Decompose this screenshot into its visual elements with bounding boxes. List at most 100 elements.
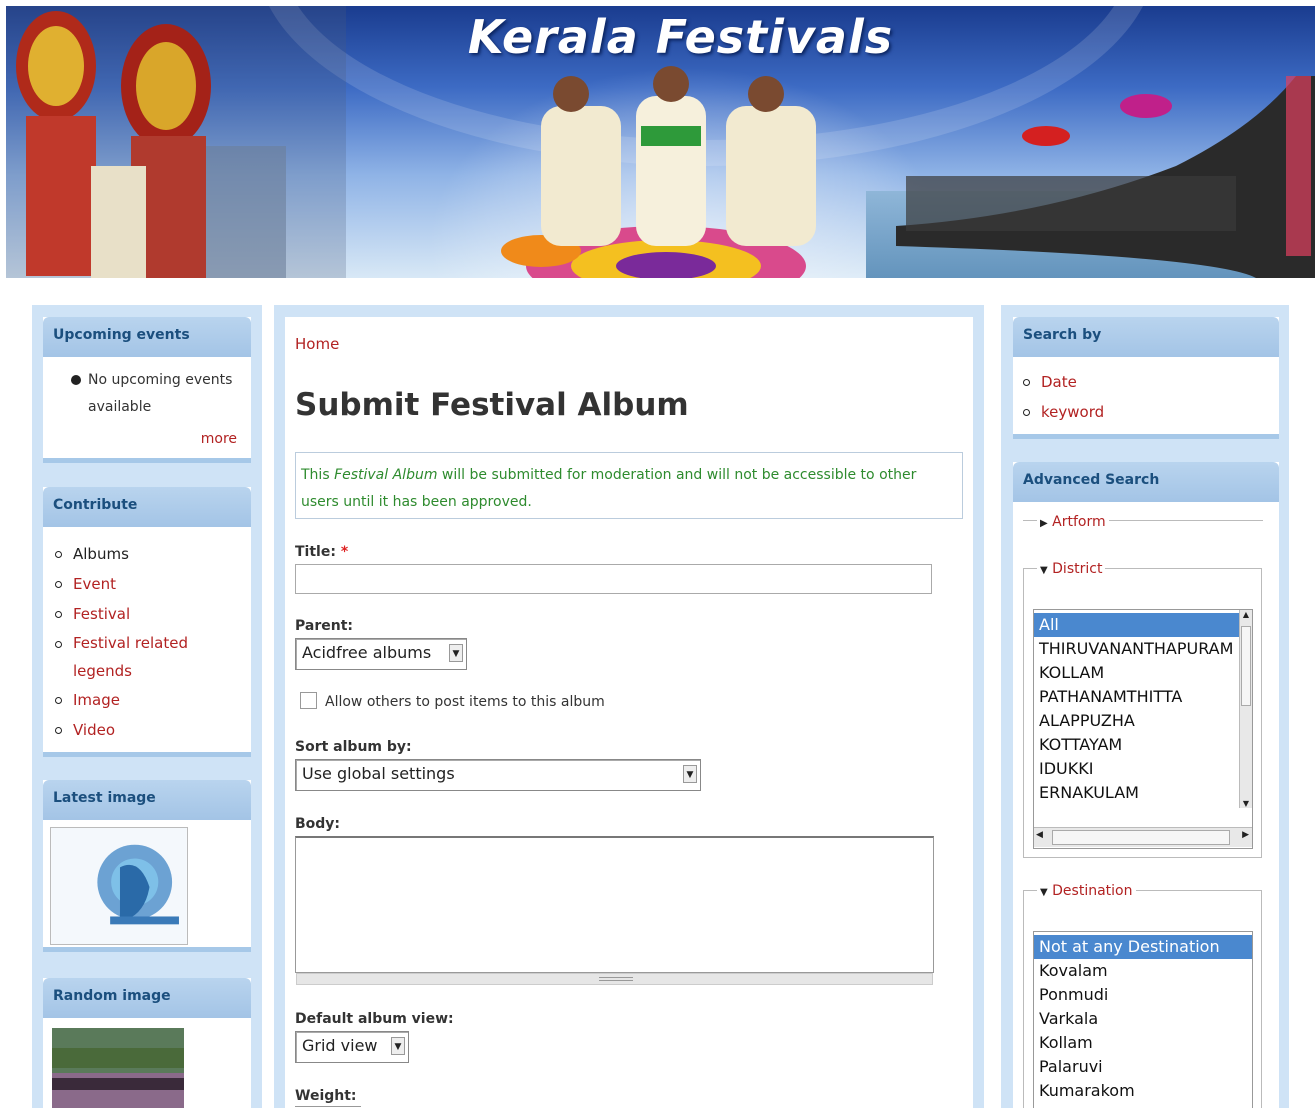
- main-content: Home Submit Festival Album This Festival…: [285, 317, 973, 1108]
- latest-image-title: Latest image: [43, 780, 251, 820]
- contribute-item-image[interactable]: Image: [43, 685, 251, 715]
- allow-others-checkbox[interactable]: [300, 692, 317, 709]
- district-legend[interactable]: ▼ District: [1037, 561, 1106, 577]
- random-image-title: Random image: [43, 978, 251, 1018]
- weight-label: Weight:: [295, 1088, 357, 1104]
- textarea-grippie[interactable]: [296, 973, 933, 985]
- caret-right-icon: ▶: [1040, 518, 1048, 529]
- destination-listbox[interactable]: Not at any Destination Kovalam Ponmudi V…: [1033, 931, 1253, 1108]
- advanced-search-title: Advanced Search: [1013, 462, 1279, 502]
- caret-down-icon: ▼: [1040, 887, 1048, 898]
- default-view-label: Default album view:: [295, 1011, 454, 1027]
- contribute-link-festival[interactable]: Festival: [73, 605, 130, 623]
- destination-option[interactable]: Kovalam: [1034, 959, 1252, 983]
- body-label: Body:: [295, 816, 341, 832]
- breadcrumb-home[interactable]: Home: [295, 335, 339, 353]
- scroll-thumb[interactable]: [1241, 626, 1251, 706]
- contribute-item-event[interactable]: Event: [43, 569, 251, 599]
- district-option[interactable]: ALAPPUZHA: [1034, 709, 1239, 733]
- no-events-text: No upcoming events available: [88, 372, 233, 415]
- scroll-left-icon[interactable]: ◀: [1036, 830, 1043, 840]
- required-marker: *: [340, 544, 349, 560]
- district-option[interactable]: KOLLAM: [1034, 661, 1239, 685]
- contribute-item-albums[interactable]: Albums: [43, 539, 251, 569]
- district-option[interactable]: IDUKKI: [1034, 757, 1239, 781]
- chevron-down-icon: ▼: [391, 1037, 405, 1055]
- contribute-link-image[interactable]: Image: [73, 691, 120, 709]
- caret-down-icon: ▼: [1040, 565, 1048, 576]
- scroll-down-icon[interactable]: ▼: [1240, 799, 1252, 808]
- latest-image-thumbnail[interactable]: [50, 827, 188, 945]
- contribute-link-video[interactable]: Video: [73, 721, 115, 739]
- scroll-right-icon[interactable]: ▶: [1242, 830, 1249, 840]
- title-label-text: Title:: [295, 544, 336, 560]
- parent-select[interactable]: Acidfree albums ▼: [295, 638, 467, 670]
- district-option[interactable]: ERNAKULAM: [1034, 781, 1239, 805]
- search-by-keyword-link[interactable]: keyword: [1041, 403, 1104, 421]
- district-option[interactable]: KOTTAYAM: [1034, 733, 1239, 757]
- page-title: Submit Festival Album: [295, 387, 689, 423]
- destination-option[interactable]: Not at any Destination: [1034, 935, 1252, 959]
- district-option[interactable]: PATHANAMTHITTA: [1034, 685, 1239, 709]
- title-label: Title: *: [295, 544, 348, 560]
- body-textarea[interactable]: [295, 836, 934, 973]
- destination-options: Not at any Destination Kovalam Ponmudi V…: [1034, 932, 1252, 1103]
- district-horizontal-scrollbar[interactable]: ◀ ▶: [1034, 827, 1252, 847]
- contribute-item-festival[interactable]: Festival: [43, 599, 251, 629]
- onam-women-image: [501, 66, 816, 278]
- destination-option[interactable]: Varkala: [1034, 1007, 1252, 1031]
- district-option[interactable]: All: [1034, 613, 1239, 637]
- snake-boat-image: [896, 76, 1315, 278]
- parent-select-value: Acidfree albums: [302, 643, 432, 662]
- default-view-select[interactable]: Grid view ▼: [295, 1031, 409, 1063]
- status-message-content-type: Festival Album: [334, 467, 438, 483]
- upcoming-events-block: Upcoming events No upcoming events avail…: [43, 317, 251, 463]
- contribute-item-video[interactable]: Video: [43, 715, 251, 745]
- destination-legend-text[interactable]: Destination: [1052, 883, 1132, 899]
- site-title: Kerala Festivals: [467, 10, 894, 64]
- district-vertical-scrollbar[interactable]: ▲ ▼: [1239, 610, 1252, 808]
- sort-select[interactable]: Use global settings ▼: [295, 759, 701, 791]
- search-by-block: Search by Date keyword: [1013, 317, 1279, 439]
- contribute-link-albums[interactable]: Albums: [73, 545, 129, 563]
- district-option[interactable]: THIRUVANANTHAPURAM: [1034, 637, 1239, 661]
- parent-label: Parent:: [295, 618, 353, 634]
- chevron-down-icon: ▼: [449, 644, 463, 662]
- search-by-date-link[interactable]: Date: [1041, 373, 1077, 391]
- search-by-list: Date keyword: [1011, 367, 1277, 427]
- status-message-prefix: This: [301, 467, 335, 483]
- contribute-block: Contribute Albums Event Festival Festiva…: [43, 487, 251, 757]
- upcoming-more-link[interactable]: more: [201, 431, 237, 447]
- contribute-link-legends[interactable]: Festival related legends: [73, 634, 188, 680]
- allow-others-label: Allow others to post items to this album: [325, 694, 605, 710]
- chevron-down-icon: ▼: [683, 765, 697, 783]
- artform-legend-text[interactable]: Artform: [1052, 514, 1105, 530]
- search-by-item-date[interactable]: Date: [1011, 367, 1277, 397]
- destination-option[interactable]: Kollam: [1034, 1031, 1252, 1055]
- district-legend-text[interactable]: District: [1052, 561, 1102, 577]
- artform-legend[interactable]: ▶ Artform: [1037, 514, 1109, 530]
- site-banner[interactable]: Kerala Festivals: [6, 6, 1315, 278]
- destination-option[interactable]: Kumarakom: [1034, 1079, 1252, 1103]
- contribute-list: Albums Event Festival Festival related l…: [43, 539, 251, 745]
- contribute-title: Contribute: [43, 487, 251, 527]
- search-by-title: Search by: [1013, 317, 1279, 357]
- destination-legend[interactable]: ▼ Destination: [1037, 883, 1136, 899]
- upcoming-events-title: Upcoming events: [43, 317, 251, 357]
- district-listbox[interactable]: All THIRUVANANTHAPURAM KOLLAM PATHANAMTH…: [1033, 609, 1253, 849]
- destination-option[interactable]: Palaruvi: [1034, 1055, 1252, 1079]
- contribute-link-event[interactable]: Event: [73, 575, 116, 593]
- search-by-item-keyword[interactable]: keyword: [1011, 397, 1277, 427]
- random-image-thumbnail[interactable]: [52, 1028, 184, 1108]
- title-input[interactable]: [295, 564, 932, 594]
- random-image-block: Random image: [43, 978, 251, 1108]
- advanced-search-block: Advanced Search ▶ Artform ▼ District All…: [1013, 462, 1279, 1108]
- scroll-thumb[interactable]: [1052, 830, 1230, 845]
- district-options: All THIRUVANANTHAPURAM KOLLAM PATHANAMTH…: [1034, 610, 1239, 810]
- destination-option[interactable]: Ponmudi: [1034, 983, 1252, 1007]
- grip-icon: [599, 977, 633, 981]
- scroll-up-icon[interactable]: ▲: [1240, 610, 1252, 619]
- bullet-icon: [71, 375, 81, 385]
- contribute-item-legends[interactable]: Festival related legends: [43, 629, 251, 685]
- latest-image-block: Latest image: [43, 780, 251, 952]
